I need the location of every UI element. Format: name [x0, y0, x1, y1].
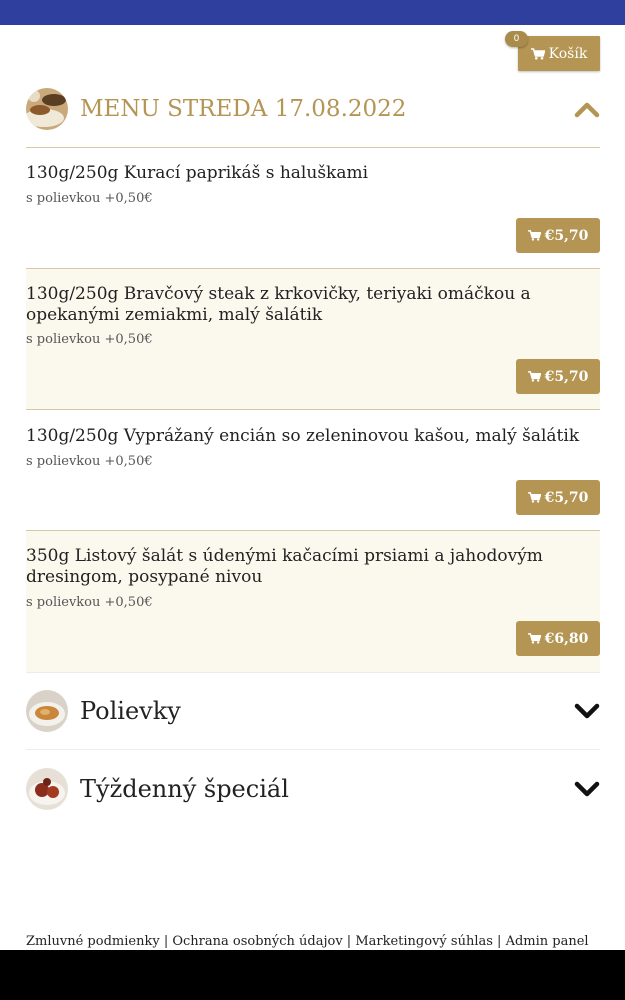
footer-separator: | [492, 934, 506, 949]
chevron-up-icon[interactable] [574, 100, 600, 118]
footer-link-privacy[interactable]: Ochrana osobných údajov [172, 934, 342, 949]
item-name: 130g/250g Kurací paprikáš s haluškami [26, 163, 369, 183]
cart-count-badge: 0 [505, 31, 528, 47]
footer-separator: | [159, 934, 173, 949]
cart-icon [527, 230, 541, 241]
item-name: 350g Listový šalát s údenými kačacími pr… [26, 546, 543, 587]
cart-label: Košík [548, 45, 588, 62]
cart-icon [530, 47, 545, 60]
cart-icon [527, 633, 541, 644]
divider [26, 749, 600, 750]
category-title: Polievky [80, 697, 181, 725]
price-label: €5,70 [544, 368, 589, 385]
price-label: €6,80 [544, 630, 589, 647]
list-item: 350g Listový šalát s údenými kačacími pr… [26, 531, 600, 672]
footer-link-admin[interactable]: Admin panel [506, 934, 589, 949]
price-label: €5,70 [544, 489, 589, 506]
price-label: €5,70 [544, 227, 589, 244]
list-item: 130g/250g Vyprážaný encián so zeleninovo… [26, 410, 600, 530]
add-to-cart-button[interactable]: €6,80 [516, 621, 600, 656]
footer-links: Zmluvné podmienky | Ochrana osobných úda… [26, 934, 589, 949]
menu-category-header[interactable]: MENU STREDA 17.08.2022 [26, 88, 600, 130]
category-thumbnail [26, 768, 68, 810]
add-to-cart-button[interactable]: €5,70 [516, 359, 600, 394]
cart-icon [527, 371, 541, 382]
category-title: Týždenný špeciál [80, 775, 289, 803]
menu-category-thumbnail [26, 88, 68, 130]
list-item: 130g/250g Bravčový steak z krkovičky, te… [26, 269, 600, 409]
item-note: s polievkou +0,50€ [26, 332, 153, 347]
list-item: 130g/250g Kurací paprikáš s haluškami s … [26, 148, 600, 268]
category-header-polievky[interactable]: Polievky [26, 690, 600, 732]
item-note: s polievkou +0,50€ [26, 191, 153, 206]
divider [26, 672, 600, 673]
category-header-tyzdenny-special[interactable]: Týždenný špeciál [26, 768, 600, 810]
footer-separator: | [342, 934, 356, 949]
chevron-down-icon[interactable] [574, 702, 600, 720]
add-to-cart-button[interactable]: €5,70 [516, 218, 600, 253]
menu-category-title: MENU STREDA 17.08.2022 [80, 96, 407, 122]
chevron-down-icon[interactable] [574, 780, 600, 798]
top-bar [0, 0, 625, 25]
item-name: 130g/250g Vyprážaný encián so zeleninovo… [26, 426, 580, 446]
item-note: s polievkou +0,50€ [26, 454, 153, 469]
item-name: 130g/250g Bravčový steak z krkovičky, te… [26, 284, 531, 325]
category-thumbnail [26, 690, 68, 732]
footer-link-marketing[interactable]: Marketingový súhlas [355, 934, 493, 949]
system-navigation-bar [0, 950, 625, 1000]
cart-icon [527, 492, 541, 503]
footer-link-terms[interactable]: Zmluvné podmienky [26, 934, 160, 949]
item-note: s polievkou +0,50€ [26, 595, 153, 610]
add-to-cart-button[interactable]: €5,70 [516, 480, 600, 515]
cart-button[interactable]: Košík [518, 36, 600, 71]
